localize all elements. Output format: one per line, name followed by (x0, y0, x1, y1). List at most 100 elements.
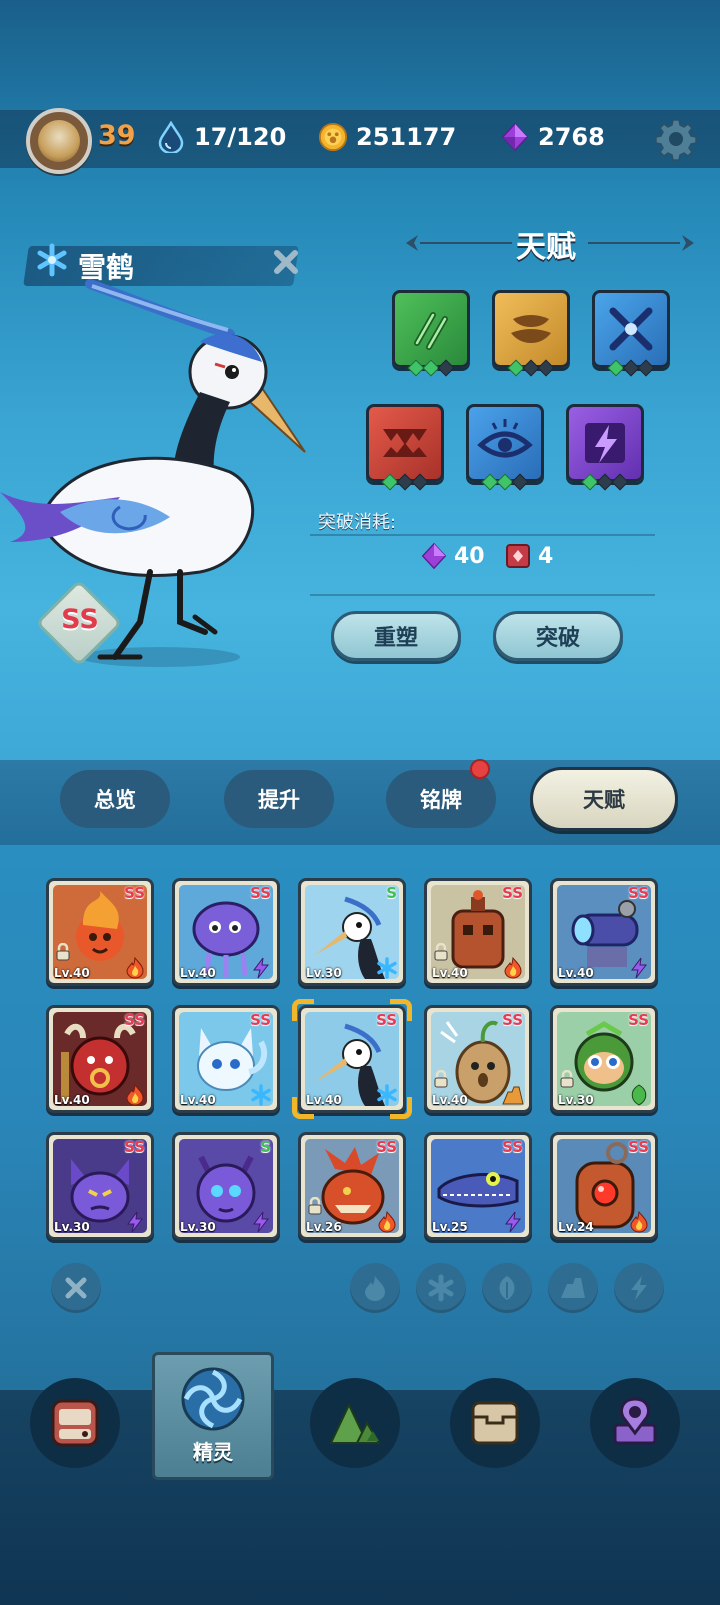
rank-text: SS (61, 604, 99, 635)
selection-corner (292, 1097, 314, 1119)
card-grade: SS (502, 884, 523, 902)
lock-icon (434, 1070, 448, 1088)
map-pin-icon (613, 1397, 657, 1445)
stamina-value: 17/120 (194, 123, 287, 151)
talent-pips-5 (475, 473, 535, 491)
breakthrough-button[interactable]: 突破 (493, 611, 623, 661)
fire-element-icon (376, 1210, 398, 1233)
lock-icon (56, 943, 70, 961)
creature-card-crocodile[interactable]: SS Lv.25 (424, 1132, 532, 1240)
mountain-icon (329, 1402, 381, 1444)
card-grade: SS (502, 1011, 523, 1029)
fangs-icon (383, 429, 427, 457)
creature-card-red-dragon[interactable]: SS Lv.26 (298, 1132, 406, 1240)
card-grade: SS (250, 1011, 271, 1029)
thunder-filter-button[interactable] (614, 1263, 664, 1313)
reshape-button[interactable]: 重塑 (331, 611, 461, 661)
tab-upgrade[interactable]: 提升 (224, 770, 334, 828)
creature-card-rust-robot[interactable]: SS Lv.40 (424, 878, 532, 986)
card-level: Lv.40 (180, 1093, 216, 1107)
cost-gem: 40 (420, 540, 485, 572)
card-grade: S (386, 884, 397, 902)
grass-element-icon (628, 1084, 650, 1106)
gold-value: 251177 (356, 123, 457, 151)
player-level: 39 (98, 120, 136, 151)
tab-overview[interactable]: 总览 (60, 770, 170, 828)
lock-icon (434, 943, 448, 961)
talent-tile-bowl[interactable] (492, 290, 570, 368)
ice-filter-button[interactable] (416, 1263, 466, 1313)
talent-tile-eye[interactable] (466, 404, 544, 482)
creature-card-jellyfish[interactable]: SS Lv.40 (172, 878, 280, 986)
earth-element-icon (502, 1084, 524, 1106)
talent-tile-fangs[interactable] (366, 404, 444, 482)
tab-talent[interactable]: 天赋 (530, 767, 678, 831)
notification-dot (470, 759, 490, 779)
talent-book-icon (506, 544, 530, 568)
fire-element-icon (124, 956, 146, 979)
creature-card-boiler-bot[interactable]: SS Lv.24 (550, 1132, 658, 1240)
eye-icon (477, 419, 533, 458)
lock-icon (560, 1070, 574, 1088)
thunder-element-icon (124, 1211, 146, 1233)
purple-gem-icon (421, 542, 447, 570)
chest-icon (471, 1401, 519, 1445)
nav-backpack[interactable] (30, 1378, 120, 1468)
card-level: Lv.30 (180, 1220, 216, 1234)
card-grade: SS (124, 1011, 145, 1029)
settings-gear-icon[interactable] (654, 117, 698, 161)
talent-tile-cross[interactable] (592, 290, 670, 368)
card-grade: SS (502, 1138, 523, 1156)
talent-pips-6 (575, 473, 635, 491)
talent-tile-claw[interactable] (392, 290, 470, 368)
selection-corner (390, 999, 412, 1021)
fire-element-icon (124, 1083, 146, 1106)
ice-element-icon (250, 1084, 272, 1106)
selection-corner (390, 1097, 412, 1119)
creature-card-purple-bat[interactable]: SS Lv.30 (46, 1132, 154, 1240)
creature-card-leaf-monkey[interactable]: SS Lv.30 (550, 1005, 658, 1113)
card-level: Lv.40 (54, 1093, 90, 1107)
cost-book-value: 4 (538, 543, 554, 569)
card-level: Lv.30 (558, 1093, 594, 1107)
nav-shop[interactable] (450, 1378, 540, 1468)
gem-stat[interactable]: 2768 (500, 118, 605, 156)
card-level: Lv.40 (180, 966, 216, 980)
grass-filter-button[interactable] (482, 1263, 532, 1313)
clear-filter-icon (65, 1277, 87, 1299)
selection-corner (292, 999, 314, 1021)
fire-filter-button[interactable] (350, 1263, 400, 1313)
ice-filter-icon (428, 1274, 454, 1302)
earth-filter-button[interactable] (548, 1263, 598, 1313)
card-grade: SS (124, 1138, 145, 1156)
stamina-stat[interactable]: 17/120 (156, 118, 286, 156)
card-grade: SS (628, 1138, 649, 1156)
creature-card-ice-fox[interactable]: SS Lv.40 (172, 1005, 280, 1113)
card-level: Lv.40 (54, 966, 90, 980)
creature-card-potato-sprout[interactable]: SS Lv.40 (424, 1005, 532, 1113)
card-grade: SS (628, 1011, 649, 1029)
bowl-stack-icon (511, 315, 551, 343)
fire-filter-icon (365, 1276, 385, 1301)
ice-element-icon (376, 957, 398, 979)
cost-divider-bottom (310, 594, 655, 596)
gold-coin-icon (318, 122, 348, 152)
talent-tile-lightning[interactable] (566, 404, 644, 482)
nav-adventure[interactable] (310, 1378, 400, 1468)
earth-filter-icon (561, 1278, 585, 1298)
clear-filter-button[interactable] (51, 1263, 101, 1313)
gold-stat[interactable]: 251177 (318, 118, 456, 156)
talent-pips-3 (601, 359, 661, 377)
creature-card-bull-demon[interactable]: SS Lv.40 (46, 1005, 154, 1113)
nav-map[interactable] (590, 1378, 680, 1468)
creature-card-purple-dragon[interactable]: S Lv.30 (172, 1132, 280, 1240)
creature-card-crane[interactable]: S Lv.30 (298, 878, 406, 986)
avatar-portrait (38, 120, 80, 162)
creature-card-cannon-bot[interactable]: SS Lv.40 (550, 878, 658, 986)
card-level: Lv.30 (54, 1220, 90, 1234)
creature-card-fire-spirit[interactable]: SS Lv.40 (46, 878, 154, 986)
water-drop-icon (158, 121, 184, 153)
gem-value: 2768 (538, 123, 605, 151)
player-avatar[interactable] (26, 108, 92, 174)
fire-element-icon (502, 956, 524, 979)
